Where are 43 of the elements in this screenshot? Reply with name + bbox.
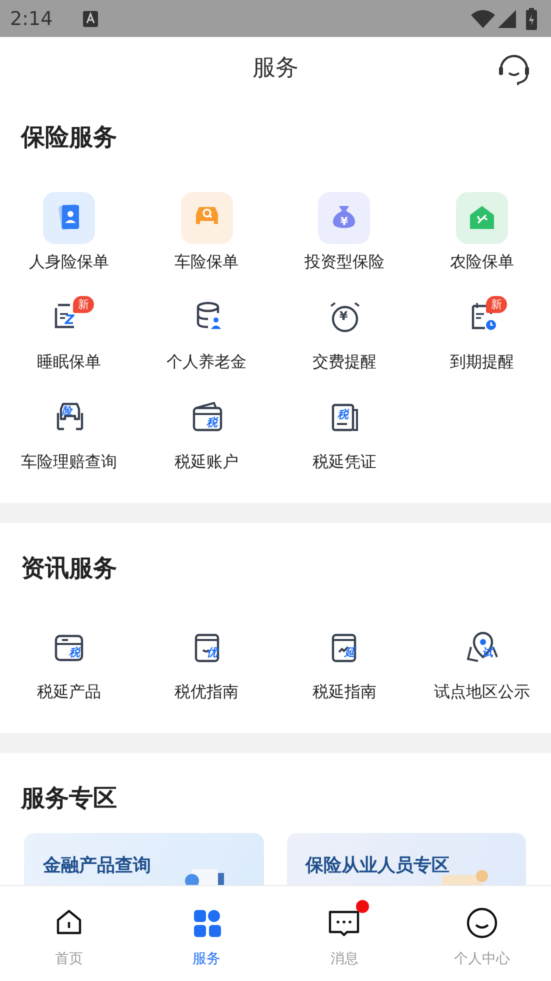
service-label[interactable]: 税延账户 <box>174 452 239 472</box>
service-label[interactable]: 税优指南 <box>174 682 239 702</box>
new-badge: 新 <box>72 296 94 313</box>
service-label[interactable]: 税延产品 <box>36 682 101 702</box>
section-title: 服务专区 <box>21 783 118 814</box>
house-sprout-tile-icon[interactable] <box>456 192 508 244</box>
service-label[interactable]: 车险理赔查询 <box>20 452 117 472</box>
smiley-icon <box>465 906 500 940</box>
service-card[interactable]: 金融产品查询 <box>24 833 264 885</box>
section-title: 资讯服务 <box>21 553 118 584</box>
car-search-tile-icon[interactable] <box>180 192 233 244</box>
icon-glyph: Z <box>64 314 74 327</box>
icon-glyph: ¥ <box>339 310 348 322</box>
wifi-icon <box>471 10 495 28</box>
service-label[interactable]: 睡眠保单 <box>36 352 101 372</box>
service-label[interactable]: 农险保单 <box>450 252 514 272</box>
card-title: 保险从业人员专区 <box>306 854 450 877</box>
battery-icon <box>526 8 537 30</box>
clock-time: 2:14 <box>10 8 53 30</box>
new-badge: 新 <box>486 296 508 313</box>
service-label[interactable]: 车险保单 <box>174 252 239 272</box>
service-label[interactable]: 交费提醒 <box>312 352 376 372</box>
notification-icon <box>82 10 98 26</box>
section-title: 保险服务 <box>21 122 118 153</box>
service-label[interactable]: 人身险保单 <box>28 252 109 272</box>
icon-glyph: ¥ <box>340 216 348 227</box>
page-title: 服务 <box>252 54 298 82</box>
icon-glyph: 险 <box>62 407 72 417</box>
service-label[interactable]: 个人养老金 <box>166 352 247 372</box>
service-label[interactable]: 税延凭证 <box>312 452 376 472</box>
money-bag-tile-icon[interactable] <box>318 192 370 244</box>
service-label[interactable]: 投资型保险 <box>304 252 384 272</box>
service-label[interactable]: 试点地区公示 <box>434 682 530 702</box>
service-label[interactable]: 到期提醒 <box>450 352 514 372</box>
card-title: 金融产品查询 <box>43 854 152 877</box>
service-card[interactable]: 保险从业人员专区 <box>286 833 526 885</box>
icon-glyph: 税 <box>337 409 348 420</box>
signal-icon <box>498 10 516 28</box>
icon-glyph: 税 <box>206 417 218 428</box>
person-document-tile-icon[interactable] <box>42 192 95 244</box>
service-label[interactable]: 税延指南 <box>312 682 376 702</box>
icon-glyph: 税 <box>68 647 80 658</box>
nav-tab[interactable]: 服务 <box>138 886 276 981</box>
